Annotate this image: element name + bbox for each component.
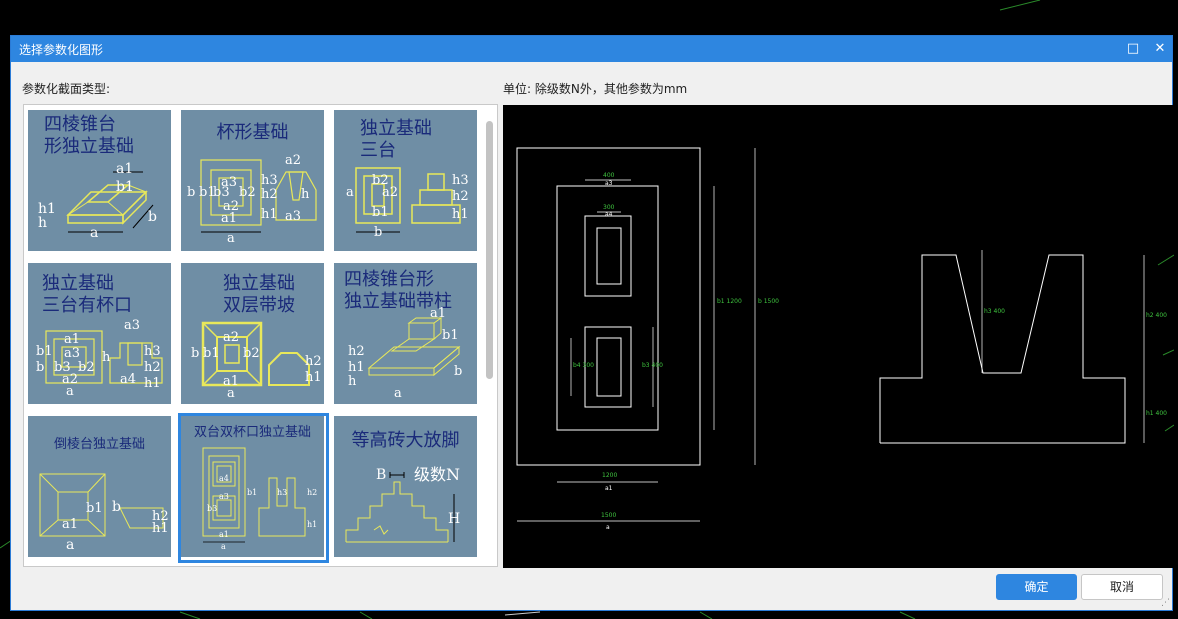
shape-preview-canvas: 400 a3 300 a4 b1 1200 b 1500 b3 400 b4 3… <box>503 105 1174 568</box>
gallery-item-pyramid-frustum-footing[interactable]: 四棱锥台 形独立基础 a1 b1 h1 h a b <box>28 110 171 251</box>
dim-label-h: h <box>348 374 357 389</box>
maximize-button[interactable]: □ <box>1123 39 1143 59</box>
dim-text-b3: b3 400 <box>642 362 663 369</box>
dim-label-b: b <box>454 364 463 379</box>
dim-label-h1: h1 <box>261 207 278 222</box>
dim-label-a3b: a3 <box>285 209 302 224</box>
cad-preview-drawing: 400 a3 300 a4 b1 1200 b 1500 b3 400 b4 3… <box>516 147 1174 531</box>
dim-text-h2: h2 400 <box>1146 312 1167 319</box>
gallery-item-inverted-frustum-footing[interactable]: 倒棱台独立基础 b1 b h2 h1 a1 a <box>28 416 171 557</box>
dim-text-inner-small-sym: a4 <box>605 211 613 218</box>
ok-button[interactable]: 确定 <box>996 574 1077 600</box>
dim-text-h1: h1 400 <box>1146 410 1167 417</box>
dim-label-a: a <box>394 386 402 401</box>
dim-label-a4: a4 <box>120 372 137 387</box>
inverted-frustum-sketch <box>39 473 164 537</box>
dim-label-h2: h2 <box>307 488 318 497</box>
dim-text-a-sym: a <box>606 524 610 531</box>
dim-label-a2: a2 <box>285 153 302 168</box>
close-button[interactable]: ✕ <box>1150 39 1170 59</box>
dim-label-B: B <box>376 467 387 483</box>
dim-label-a: a <box>66 384 74 399</box>
dim-text-h3: h3 400 <box>984 308 1005 315</box>
desktop-background: 选择参数化图形 □ ✕ 参数化截面类型: 单位: 除级数N外，其他参数为mm 四… <box>0 0 1178 619</box>
dim-label-b: b <box>374 225 383 240</box>
section-type-label: 参数化截面类型: <box>22 82 111 96</box>
brick-stepped-footing-sketch <box>345 472 455 543</box>
dim-label-h1: h1 <box>452 207 469 222</box>
dim-label-b2: b2 <box>243 346 260 361</box>
dialog-titlebar[interactable]: 选择参数化图形 □ ✕ <box>11 36 1172 62</box>
cancel-button[interactable]: 取消 <box>1081 574 1163 600</box>
dim-label-b: b <box>36 360 45 375</box>
dim-label-h1: h1 <box>144 376 161 391</box>
dim-label-a3: a3 <box>124 318 141 333</box>
dim-label-h: h <box>301 187 310 202</box>
dim-label-h1: h1 <box>152 521 169 536</box>
dim-label-b2: b2 <box>239 185 256 200</box>
cup-footing-sketch <box>200 159 317 233</box>
dim-label-levels: 级数N <box>414 465 461 484</box>
dim-label-h3: h3 <box>277 488 288 497</box>
shape-gallery[interactable]: 四棱锥台 形独立基础 a1 b1 h1 h a b 杯形基础 a2 a3 b b… <box>23 104 498 567</box>
dim-label-a: a <box>221 542 226 551</box>
gallery-item-pyramid-footing-with-column[interactable]: 四棱锥台形 独立基础带柱 a1 b1 h2 h1 h b a <box>334 263 477 404</box>
dim-label-b1: b1 <box>116 179 134 195</box>
dim-label-a: a <box>227 386 235 401</box>
dim-text-b4: b4 300 <box>573 362 594 369</box>
dim-label-b: b <box>187 185 196 200</box>
dim-label-b: b <box>112 499 121 515</box>
gallery-item-brick-stepped-footing[interactable]: 等高砖大放脚 B 级数N H <box>334 416 477 557</box>
dim-label-b: b <box>191 346 200 361</box>
dim-label-a: a <box>90 225 99 241</box>
dim-label-a2: a2 <box>223 330 240 345</box>
double-slope-footing-sketch <box>201 321 310 387</box>
dim-label-b: b <box>148 209 157 225</box>
dim-label-h: h <box>102 350 111 365</box>
dim-label-a2: a2 <box>382 185 399 200</box>
dim-text-a1-value: 1200 <box>602 472 617 479</box>
dim-label-h1: h1 <box>307 520 318 529</box>
dim-label-a1: a1 <box>221 211 238 226</box>
scrollbar-thumb[interactable] <box>486 121 493 379</box>
dim-label-a: a <box>346 185 354 200</box>
dim-label-H: H <box>448 511 461 527</box>
dim-label-h2: h2 <box>261 187 278 202</box>
dim-text-b1: b1 1200 <box>717 298 742 305</box>
dim-text-b: b 1500 <box>758 298 779 305</box>
dim-text-inner-small: 300 <box>603 204 615 211</box>
gallery-item-double-step-double-cup-footing[interactable]: 双台双杯口独立基础 a4 a3 b1 h3 h2 h1 b3 a1 a <box>181 416 324 557</box>
gallery-item-cup-footing[interactable]: 杯形基础 a2 a3 b b1 b3 b2 h3 h2 h1 h a2 a1 a… <box>181 110 324 251</box>
dim-label-h1: h1 <box>305 370 322 385</box>
dim-label-a1: a1 <box>62 517 79 532</box>
gallery-item-three-step-cup-footing[interactable]: 独立基础 三台有杯口 a3 a1 b1 a3 b b3 b2 h h3 h2 h… <box>28 263 171 404</box>
dim-label-b1: b1 <box>247 488 258 497</box>
dim-label-b1: b1 <box>442 328 459 343</box>
dialog-title: 选择参数化图形 <box>19 43 104 57</box>
gallery-scrollbar[interactable] <box>484 109 494 561</box>
dim-label-b1: b1 <box>86 501 103 516</box>
dim-text-top-small-sym: a3 <box>605 180 613 187</box>
dim-label-b3: b3 <box>207 504 218 513</box>
unit-note-label: 单位: 除级数N外，其他参数为mm <box>503 82 688 96</box>
dim-label-a: a <box>227 231 235 246</box>
dim-text-top-small: 400 <box>603 172 615 179</box>
dim-text-a1-sym: a1 <box>605 485 613 492</box>
select-parametric-shape-dialog: 选择参数化图形 □ ✕ 参数化截面类型: 单位: 除级数N外，其他参数为mm 四… <box>10 35 1174 611</box>
gallery-item-three-step-footing[interactable]: 独立基础 三台 a b2 a2 b1 h3 h2 h1 b <box>334 110 477 251</box>
dim-label-b2: b2 <box>78 360 95 375</box>
resize-grip-icon[interactable]: ⋰ <box>1161 598 1171 608</box>
dim-label-b1: b1 <box>203 346 220 361</box>
gallery-item-double-slope-footing[interactable]: 独立基础 双层带坡 a2 b b1 b2 h2 h1 a1 a <box>181 263 324 404</box>
dim-label-b1: b1 <box>372 205 389 220</box>
dim-label-h: h <box>38 215 48 231</box>
dim-label-a: a <box>66 537 75 553</box>
pyramid-frustum-sketch <box>66 171 154 233</box>
dim-text-a-value: 1500 <box>601 512 616 519</box>
dim-label-a1: a1 <box>430 306 447 321</box>
dim-label-a3: a3 <box>219 492 229 501</box>
